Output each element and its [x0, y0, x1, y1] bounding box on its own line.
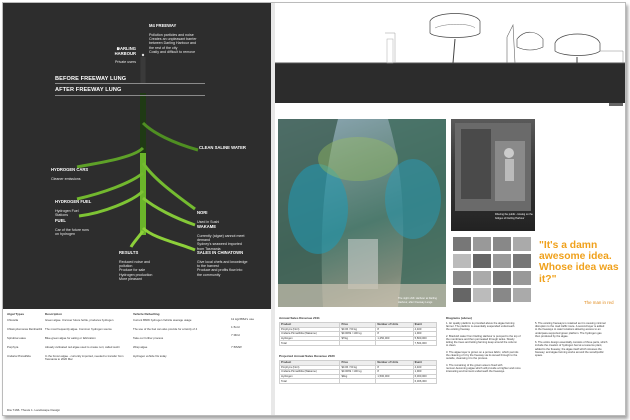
results-title: RESULTS: [119, 250, 139, 256]
algae-cell: Current BMW hydrogen Vehicle average usa…: [133, 318, 192, 322]
before-label: BEFORE FREEWAY LUNG: [55, 76, 127, 82]
marker-freeway: [141, 53, 145, 57]
diagrams-title: Diagrams (above): [446, 316, 472, 320]
algae-cell: The most frequently algae. Common hydrog…: [45, 327, 112, 331]
render-caption: The night shift: Harbour at Darling Harb…: [398, 297, 437, 304]
hydrogen-cars-label: HYDROGEN CARS Cleaner emissions: [51, 164, 111, 181]
darling-harbour-label: DARLING HARBOUR Private users: [96, 43, 136, 65]
table-cell: 7,504,000: [412, 340, 438, 346]
pod-small: [516, 31, 544, 51]
table-cell: 6,306,300: [412, 378, 438, 384]
diagram-strip: [451, 235, 535, 307]
results-label: RESULTS Reduced noise and pollution Prod…: [119, 247, 169, 281]
ground-section: [275, 63, 625, 103]
chinatown-text: Give local chefs and knowledge to the ha…: [197, 259, 248, 277]
algae-col-header-3: Vehicle Refuelling: [133, 312, 160, 316]
hydrogen-fuel-title: HYDROGEN FUEL: [55, 199, 92, 205]
sheet-footer: Dia 7166. Thesis 1. Landscape Design: [7, 408, 61, 412]
quote-text: "It's a damn awesome idea. Whose idea wa…: [539, 240, 619, 285]
after-label: AFTER FREEWAY LUNG: [55, 87, 122, 93]
m4-freeway-text: Pollution particles and noise Creates an…: [149, 32, 197, 55]
algae-cell: Take our further process: [133, 336, 164, 340]
hydrogen-cars-text: Cleaner emissions: [51, 176, 81, 181]
diagram-strip-svg: [453, 237, 531, 302]
algae-cell: Chlamydomonas Reinhardtii: [7, 327, 43, 331]
m4-freeway-title: M4 FREEWAY: [149, 23, 177, 29]
table-cell: [339, 340, 377, 346]
table-row: Total 7,504,000: [278, 340, 438, 346]
branch-clean-water: [141, 121, 199, 152]
table-cell: Total: [278, 340, 341, 346]
poster-sheet: DARLING HARBOUR Private users M4 FREEWAY…: [2, 2, 626, 416]
algae-cell: Chlorella: [7, 318, 19, 322]
algae-cell: The use of the fuel can also provide for…: [133, 327, 198, 331]
table-cell: [375, 340, 414, 346]
refuel-value-2: 1.5x/d: [231, 325, 240, 329]
fuel-title: FUEL: [55, 218, 66, 224]
algae-info-area: Algal Types Description Vehicle Refuelli…: [3, 309, 271, 415]
chinatown-label: SALES IN CHINATOWN Give local chefs and …: [197, 247, 263, 277]
flow-diagram-panel: DARLING HARBOUR Private users M4 FREEWAY…: [3, 3, 271, 309]
algae-col-header-1: Algal Types: [7, 312, 25, 316]
section-svg: [275, 13, 625, 106]
algae-cell: Hydrogen vehicle fits today: [133, 354, 167, 358]
notes-column-2: 5. The existing freeways is retained as …: [535, 322, 608, 358]
algae-cell: Undaria Pinnatifida: [7, 354, 31, 358]
hydrogen-cars-title: HYDROGEN CARS: [51, 167, 89, 173]
refuel-value-4: 7.5/MW: [231, 345, 242, 349]
algae-cell: In the brown algae - currently imported,…: [45, 354, 124, 362]
results-text: Reduced noise and pollution Produce for …: [119, 259, 153, 282]
fuel-label: FUEL Car of the future runs on hydrogen: [55, 215, 115, 237]
table-row: Total 6,306,300: [278, 378, 438, 384]
revenue-table: Product Price Number of Units $/unit Porphyr…: [278, 322, 438, 346]
pod-left: [429, 13, 481, 38]
projected-table-title: Projected Annual Sales Revenue 2020: [279, 354, 335, 358]
quote-attribution: The man in red: [584, 300, 614, 305]
algae-cell: Green algae. Uncover future fertile, pro…: [45, 318, 114, 322]
bw-caption: Filtering the public - kissing on the br…: [495, 213, 533, 220]
algae-cell: Blue-green algae for eating or fabricati…: [45, 336, 96, 340]
algae-cell: Porphyra: [7, 345, 19, 349]
projected-table: Product Price Number of Units $/unit Porphyr…: [278, 360, 438, 384]
fuel-text: Car of the future runs on hydrogen: [55, 227, 89, 237]
m4-freeway-label: M4 FREEWAY Pollution particles and noise…: [149, 20, 209, 54]
branch-results: [129, 230, 145, 248]
divider-before: [55, 83, 205, 84]
refuel-value-3: 7 Mt/d: [231, 333, 240, 337]
render-photo: The night shift: Harbour at Darling Harb…: [278, 119, 446, 307]
refuel-value-1: 11 kg/365d's use: [231, 317, 255, 321]
chinatown-title: SALES IN CHINATOWN: [197, 250, 244, 256]
render-overlay: [278, 119, 446, 307]
algae-cell: Already cultivated red algae used to cre…: [45, 345, 120, 349]
darling-harbour-sub: Private users: [115, 60, 136, 65]
table-cell: Total: [278, 378, 341, 384]
clean-water-label: CLEAN SALINE WATER: [199, 145, 246, 150]
darling-harbour-title: DARLING HARBOUR: [114, 46, 136, 56]
table-cell: [339, 378, 377, 384]
revenue-table-title: Annual Sales Revenue 2011: [279, 316, 320, 320]
bw-photo: Filtering the public - kissing on the br…: [451, 119, 535, 231]
divider-after: [55, 95, 205, 96]
nori-title: NORI: [197, 210, 208, 216]
section-drawing: [275, 3, 625, 111]
algae-cell: Wrap algae: [133, 345, 148, 349]
algae-cell: Spirulina Latea: [7, 336, 26, 340]
pod-right: [554, 33, 601, 56]
wakame-title: WAKAME: [197, 224, 217, 230]
table-cell: [375, 378, 414, 384]
algae-col-header-2: Description: [45, 312, 63, 316]
notes-column-1: 1. Air quality platform is provided abov…: [446, 322, 521, 374]
